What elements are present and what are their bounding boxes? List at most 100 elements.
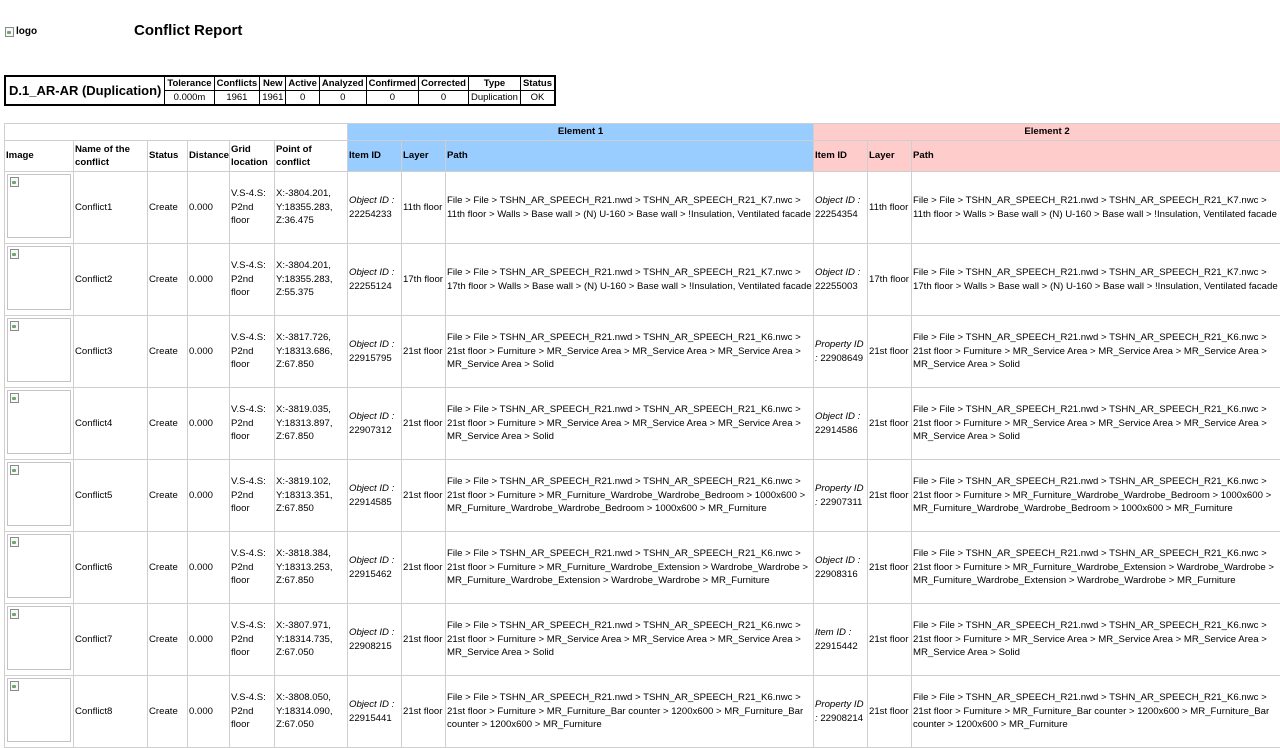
element1-id-value: 22914585 [349, 497, 392, 508]
conflict-distance: 0.000 [188, 172, 230, 244]
col-status: Status [148, 141, 188, 172]
element1-item-id: Object ID : 22915795 [348, 316, 402, 388]
element2-item-id: Property ID : 22908214 [814, 676, 868, 748]
element1-id-label: Object ID : [349, 483, 394, 494]
logo: logo [5, 26, 37, 37]
element2-item-id: Object ID : 22254354 [814, 172, 868, 244]
conflict-rows: Conflict1Create0.000V.S-4.S: P2nd floorX… [5, 172, 1280, 748]
element1-id-label: Object ID : [349, 627, 394, 638]
col-e1-layer: Layer [402, 141, 446, 172]
element2-id-value: 22907311 [820, 497, 862, 508]
element2-id-value: 22255003 [815, 281, 858, 292]
element1-layer: 21st floor [402, 676, 446, 748]
point-of-conflict: X:-3808.050, Y:18314.090, Z:67.050 [275, 676, 348, 748]
element1-item-id: Object ID : 22254233 [348, 172, 402, 244]
summary-header: Tolerance [165, 76, 214, 91]
broken-image-icon [5, 27, 14, 37]
element2-layer: 17th floor [868, 244, 912, 316]
conflict-status: Create [148, 532, 188, 604]
broken-image-icon [10, 609, 19, 619]
element2-path: File > File > TSHN_AR_SPEECH_R21.nwd > T… [912, 244, 1280, 316]
conflict-image[interactable] [7, 390, 71, 454]
element2-item-id: Object ID : 22255003 [814, 244, 868, 316]
element1-header: Element 1 [348, 124, 814, 141]
col-image: Image [5, 141, 74, 172]
col-e2-item-id: Item ID [814, 141, 868, 172]
element1-item-id: Object ID : 22907312 [348, 388, 402, 460]
element2-item-id: Property ID : 22908649 [814, 316, 868, 388]
element1-layer: 17th floor [402, 244, 446, 316]
element1-id-value: 22915795 [349, 353, 392, 364]
element1-id-value: 22254233 [349, 209, 392, 220]
element1-item-id: Object ID : 22908215 [348, 604, 402, 676]
col-e2-path: Path [912, 141, 1280, 172]
conflict-image[interactable] [7, 318, 71, 382]
element1-path: File > File > TSHN_AR_SPEECH_R21.nwd > T… [446, 676, 814, 748]
element1-layer: 21st floor [402, 316, 446, 388]
grid-location: V.S-4.S: P2nd floor [230, 532, 275, 604]
table-row: Conflict5Create0.000V.S-4.S: P2nd floorX… [5, 460, 1280, 532]
conflict-distance: 0.000 [188, 244, 230, 316]
grid-location: V.S-4.S: P2nd floor [230, 172, 275, 244]
table-row: Conflict8Create0.000V.S-4.S: P2nd floorX… [5, 676, 1280, 748]
element2-id-label: Object ID : [815, 267, 860, 278]
conflict-image-cell [5, 676, 74, 748]
element2-id-value: 22915442 [815, 641, 858, 652]
element1-path: File > File > TSHN_AR_SPEECH_R21.nwd > T… [446, 244, 814, 316]
conflicts-table: Element 1 Element 2 Image Name of the co… [4, 123, 1280, 748]
element2-id-label: Object ID : [815, 555, 860, 566]
grid-location: V.S-4.S: P2nd floor [230, 244, 275, 316]
element2-path: File > File > TSHN_AR_SPEECH_R21.nwd > T… [912, 532, 1280, 604]
conflict-image[interactable] [7, 174, 71, 238]
element2-path: File > File > TSHN_AR_SPEECH_R21.nwd > T… [912, 460, 1280, 532]
conflict-image-cell [5, 460, 74, 532]
conflict-image[interactable] [7, 678, 71, 742]
element1-path: File > File > TSHN_AR_SPEECH_R21.nwd > T… [446, 172, 814, 244]
grid-location: V.S-4.S: P2nd floor [230, 604, 275, 676]
col-name: Name of the conflict [74, 141, 148, 172]
element2-id-value: 22254354 [815, 209, 858, 220]
element2-layer: 21st floor [868, 676, 912, 748]
element2-item-id: Object ID : 22908316 [814, 532, 868, 604]
element1-layer: 11th floor [402, 172, 446, 244]
point-of-conflict: X:-3819.035, Y:18313.897, Z:67.850 [275, 388, 348, 460]
conflict-name: Conflict5 [74, 460, 148, 532]
point-of-conflict: X:-3804.201, Y:18355.283, Z:55.375 [275, 244, 348, 316]
element1-path: File > File > TSHN_AR_SPEECH_R21.nwd > T… [446, 532, 814, 604]
broken-image-icon [10, 249, 19, 259]
summary-header: Corrected [419, 76, 469, 91]
element1-id-label: Object ID : [349, 699, 394, 710]
summary-header: Confirmed [366, 76, 419, 91]
table-row: Conflict2Create0.000V.S-4.S: P2nd floorX… [5, 244, 1280, 316]
broken-image-icon [10, 537, 19, 547]
conflict-image[interactable] [7, 246, 71, 310]
summary-header: Active [286, 76, 320, 91]
element1-item-id: Object ID : 22915462 [348, 532, 402, 604]
conflict-status: Create [148, 460, 188, 532]
test-name: D.1_AR-AR (Duplication) [5, 76, 165, 105]
element2-header: Element 2 [814, 124, 1280, 141]
conflict-status: Create [148, 604, 188, 676]
summary-header: Conflicts [214, 76, 260, 91]
conflict-name: Conflict4 [74, 388, 148, 460]
conflict-status: Create [148, 676, 188, 748]
element1-item-id: Object ID : 22255124 [348, 244, 402, 316]
summary-value: Duplication [468, 91, 520, 106]
conflict-image-cell [5, 532, 74, 604]
broken-image-icon [10, 681, 19, 691]
element1-id-value: 22908215 [349, 641, 392, 652]
conflict-image[interactable] [7, 606, 71, 670]
element2-layer: 21st floor [868, 316, 912, 388]
point-of-conflict: X:-3819.102, Y:18313.351, Z:67.850 [275, 460, 348, 532]
conflict-image[interactable] [7, 534, 71, 598]
summary-value: 0 [419, 91, 469, 106]
col-e1-path: Path [446, 141, 814, 172]
element1-item-id: Object ID : 22914585 [348, 460, 402, 532]
conflict-image[interactable] [7, 462, 71, 526]
summary-header: Status [520, 76, 555, 91]
element2-layer: 21st floor [868, 604, 912, 676]
summary-value: 0.000m [165, 91, 214, 106]
point-of-conflict: X:-3818.384, Y:18313.253, Z:67.850 [275, 532, 348, 604]
element1-id-value: 22915462 [349, 569, 392, 580]
element1-id-label: Object ID : [349, 339, 394, 350]
